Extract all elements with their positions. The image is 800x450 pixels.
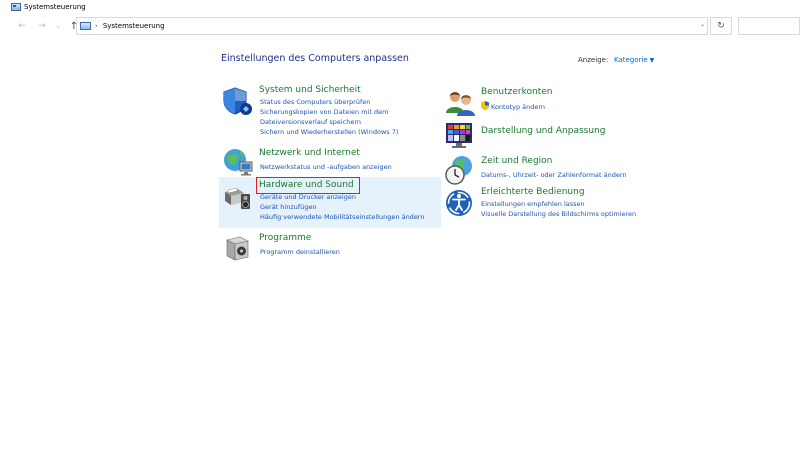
view-by-dropdown[interactable]: Kategorie ▼ <box>614 56 654 64</box>
link-change-account-type[interactable]: Kontotyp ändern <box>481 101 545 112</box>
printer-speaker-icon[interactable] <box>222 180 254 212</box>
link-computer-status[interactable]: Status des Computers überprüfen <box>260 97 398 107</box>
category-title-system[interactable]: System und Sicherheit <box>259 85 361 95</box>
window-title: Systemsteuerung <box>24 3 86 11</box>
address-dropdown-icon[interactable]: ⌄ <box>700 21 705 28</box>
annotation-highlight-box <box>256 177 360 194</box>
navigation-bar: ← → ⌄ ↑ › Systemsteuerung ⌄ ↻ <box>0 14 800 38</box>
network-links: Netzwerkstatus und -aufgaben anzeigen <box>260 162 392 172</box>
recent-locations-chevron-icon[interactable]: ⌄ <box>51 19 65 33</box>
view-by-label: Anzeige: <box>578 56 609 64</box>
control-panel-icon <box>11 3 21 11</box>
category-title-users[interactable]: Benutzerkonten <box>481 87 552 97</box>
shield-icon[interactable] <box>222 85 254 117</box>
link-date-time-format[interactable]: Datums-, Uhrzeit- oder Zahlenformat ände… <box>481 170 627 180</box>
category-title-ease[interactable]: Erleichterte Bedienung <box>481 187 585 197</box>
link-recommend-settings[interactable]: Einstellungen empfehlen lassen <box>481 199 636 209</box>
programs-links: Programm deinstallieren <box>260 247 340 257</box>
category-title-appearance[interactable]: Darstellung und Anpassung <box>481 126 605 136</box>
link-backup-files[interactable]: Sicherungskopien von Dateien mit dem <box>260 107 398 117</box>
title-bar: Systemsteuerung <box>0 0 800 14</box>
address-field[interactable]: › Systemsteuerung ⌄ <box>76 17 708 35</box>
link-mobility-settings[interactable]: Häufig verwendete Mobilitätseinstellunge… <box>260 212 425 222</box>
back-arrow-icon[interactable]: ← <box>15 19 29 33</box>
refresh-button[interactable]: ↻ <box>710 17 732 35</box>
ease-links: Einstellungen empfehlen lassen Visuelle … <box>481 199 636 219</box>
users-links: Kontotyp ändern <box>481 101 545 112</box>
link-network-status[interactable]: Netzwerkstatus und -aufgaben anzeigen <box>260 162 392 172</box>
caret-down-icon: ▼ <box>649 57 655 64</box>
breadcrumb-systemsteuerung[interactable]: Systemsteuerung <box>103 22 165 30</box>
link-change-account-type-label: Kontotyp ändern <box>491 103 546 111</box>
breadcrumb-separator-icon[interactable]: › <box>95 22 98 30</box>
link-backup-restore[interactable]: Sichern und Wiederherstellen (Windows 7) <box>260 127 398 137</box>
link-add-device[interactable]: Gerät hinzufügen <box>260 202 425 212</box>
category-title-network[interactable]: Netzwerk und Internet <box>259 148 360 158</box>
link-uninstall-program[interactable]: Programm deinstallieren <box>260 247 340 257</box>
hardware-links: Geräte und Drucker anzeigen Gerät hinzuf… <box>260 192 425 222</box>
link-optimize-visual-display[interactable]: Visuelle Darstellung des Bildschirms opt… <box>481 209 636 219</box>
clock-links: Datums-, Uhrzeit- oder Zahlenformat ände… <box>481 170 627 180</box>
globe-network-icon[interactable] <box>222 146 254 178</box>
category-title-clock[interactable]: Zeit und Region <box>481 156 552 166</box>
accessibility-icon[interactable] <box>444 187 476 219</box>
refresh-icon: ↻ <box>717 21 725 31</box>
forward-arrow-icon[interactable]: → <box>35 19 49 33</box>
page-title: Einstellungen des Computers anpassen <box>221 53 409 64</box>
link-file-history[interactable]: Dateiversionsverlauf speichern <box>260 117 398 127</box>
uac-shield-icon <box>481 101 489 110</box>
clock-globe-icon[interactable] <box>444 154 476 186</box>
users-icon[interactable] <box>444 87 476 119</box>
program-box-icon[interactable] <box>222 232 254 264</box>
view-by-value: Kategorie <box>614 56 648 64</box>
palette-monitor-icon[interactable] <box>444 119 476 151</box>
control-panel-location-icon <box>80 22 91 30</box>
search-input[interactable] <box>738 17 800 35</box>
system-links: Status des Computers überprüfen Sicherun… <box>260 97 398 137</box>
category-title-programs[interactable]: Programme <box>259 233 311 243</box>
